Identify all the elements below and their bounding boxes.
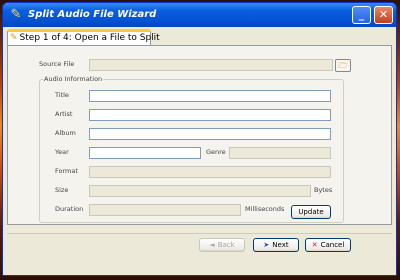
cancel-button-label: Cancel <box>320 241 345 249</box>
size-input[interactable] <box>89 185 311 197</box>
cancel-button[interactable]: ✕ Cancel <box>305 238 351 252</box>
duration-input[interactable] <box>89 204 241 216</box>
wizard-window: ✎ Split Audio File Wizard _ ✕ ✎ Step 1 of… <box>2 2 397 276</box>
pencil-icon: ✎ <box>10 33 18 43</box>
title-bar[interactable]: ✎ Split Audio File Wizard _ ✕ <box>3 3 396 27</box>
format-label: Format <box>55 167 78 175</box>
size-unit-label: Bytes <box>314 186 333 194</box>
artist-label: Artist <box>55 110 73 118</box>
back-button[interactable]: ◄ Back <box>199 238 245 252</box>
next-button[interactable]: ➤ Next <box>253 238 299 252</box>
source-file-label: Source File <box>39 60 75 68</box>
back-button-label: Back <box>217 241 235 249</box>
duration-label: Duration <box>55 205 84 213</box>
tab-label: Step 1 of 4: Open a File to Split <box>19 33 160 43</box>
footer-separator <box>7 233 392 234</box>
album-input[interactable] <box>89 128 331 140</box>
minimize-button[interactable]: _ <box>352 6 371 24</box>
duration-unit-label: Milliseconds <box>245 205 285 213</box>
audio-information-label: Audio Information <box>43 75 104 83</box>
format-input[interactable] <box>89 166 331 178</box>
year-label: Year <box>55 148 69 156</box>
back-arrow-icon: ◄ <box>209 241 215 249</box>
wizard-app-icon: ✎ <box>10 7 22 22</box>
title-input[interactable] <box>89 90 331 102</box>
next-arrow-icon: ➤ <box>263 241 270 249</box>
window-title: Split Audio File Wizard <box>28 9 157 20</box>
artist-input[interactable] <box>89 109 331 121</box>
cancel-x-icon: ✕ <box>311 241 318 249</box>
folder-icon: 🗁 <box>338 61 348 70</box>
next-button-label: Next <box>272 241 289 249</box>
genre-label: Genre <box>206 148 226 156</box>
title-label: Title <box>55 91 69 99</box>
close-window-button[interactable]: ✕ <box>374 6 393 24</box>
year-input[interactable] <box>89 147 201 159</box>
update-button[interactable]: Update <box>291 205 331 219</box>
genre-input[interactable] <box>229 147 331 159</box>
browse-button[interactable]: 🗁 <box>335 59 351 72</box>
album-label: Album <box>55 129 76 137</box>
tab-step-1[interactable]: ✎ Step 1 of 4: Open a File to Split <box>7 29 160 45</box>
size-label: Size <box>55 186 69 194</box>
source-file-input[interactable] <box>89 59 333 71</box>
